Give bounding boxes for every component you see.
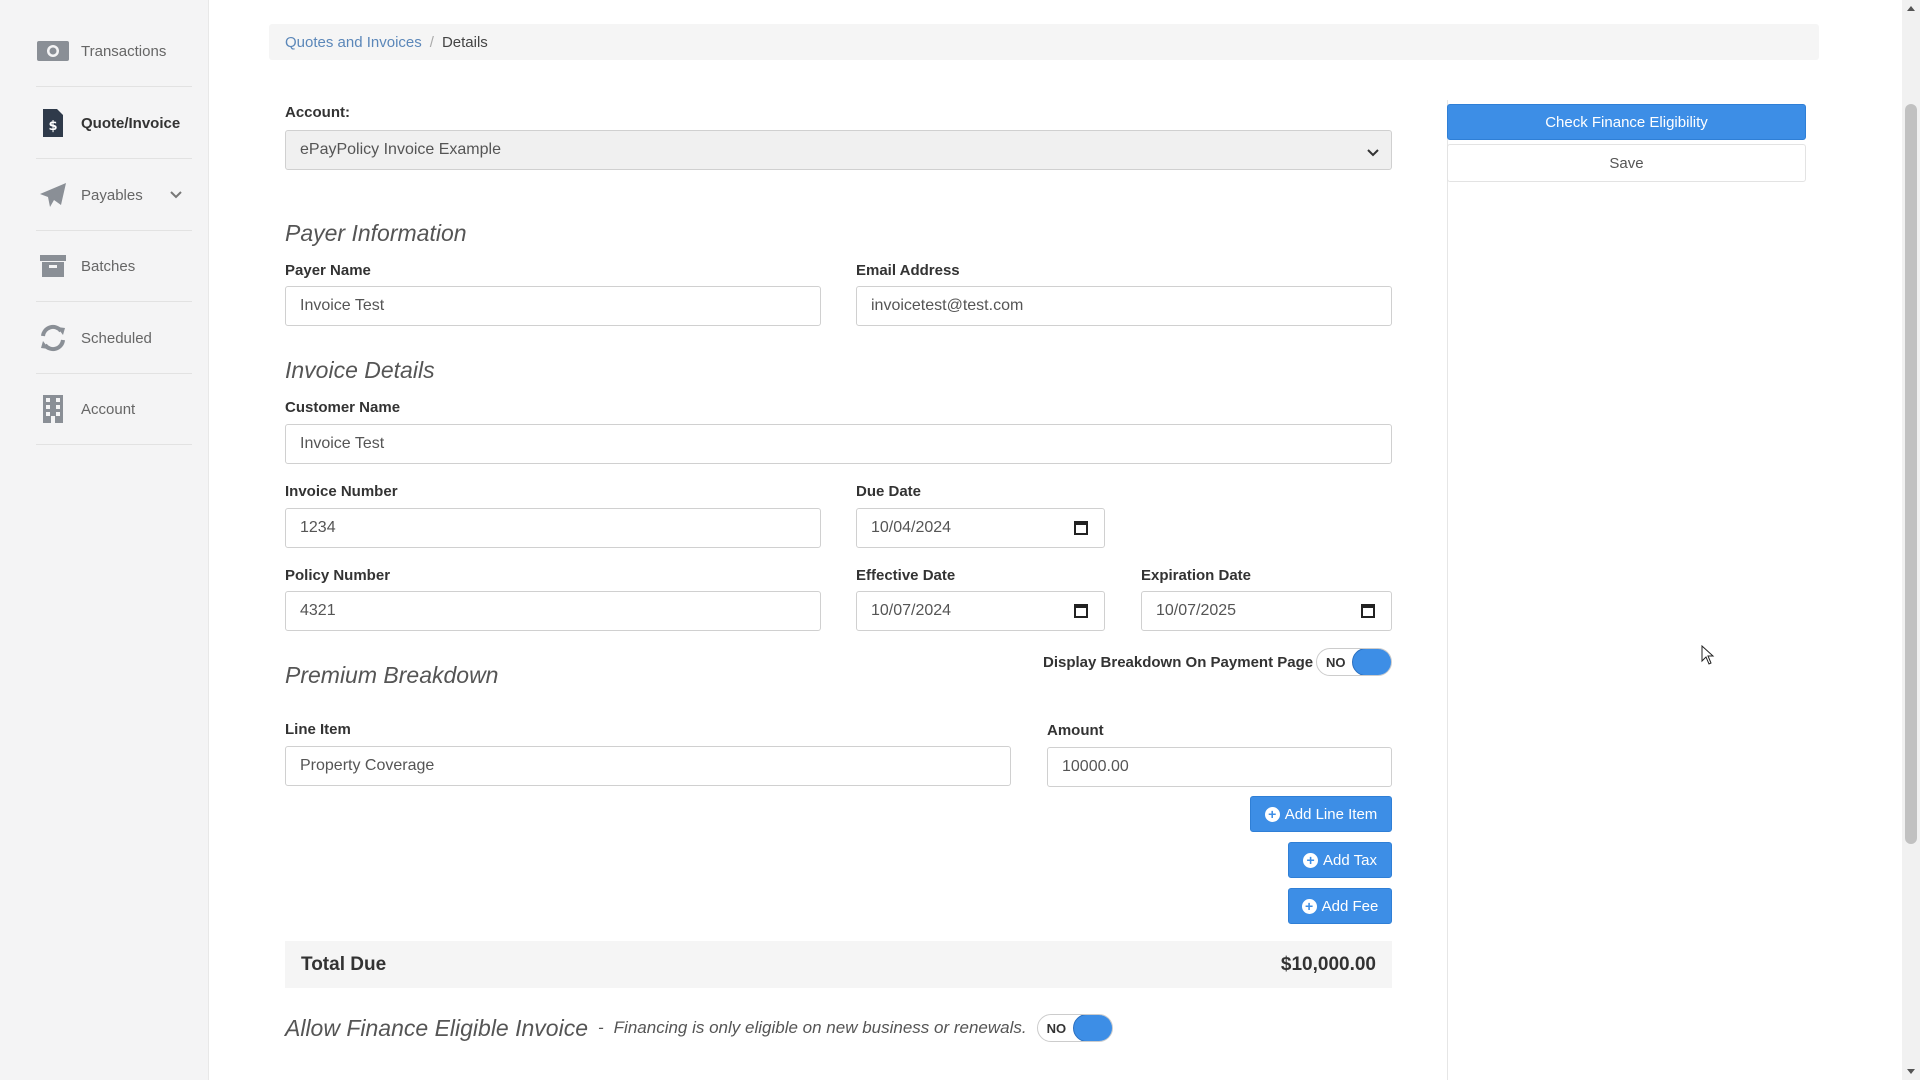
- effective-date-label: Effective Date: [856, 567, 956, 584]
- add-line-item-button[interactable]: + Add Line Item: [1250, 796, 1392, 832]
- mouse-cursor-icon: [1701, 644, 1715, 670]
- svg-text:$: $: [48, 119, 57, 134]
- save-label: Save: [1609, 154, 1644, 172]
- invoice-number-input[interactable]: 1234: [285, 508, 821, 548]
- customer-name-value: Invoice Test: [300, 435, 385, 452]
- line-item-label: Line Item: [285, 721, 351, 738]
- finance-eligible-title: Allow Finance Eligible Invoice: [285, 1014, 588, 1041]
- account-label: Account:: [285, 104, 350, 121]
- account-select[interactable]: ePayPolicy Invoice Example: [285, 130, 1392, 170]
- effective-date-input[interactable]: 10/07/2024: [856, 591, 1105, 631]
- line-item-value: Property Coverage: [300, 757, 435, 774]
- due-date-value: 10/04/2024: [871, 519, 952, 536]
- chevron-down-icon[interactable]: [170, 186, 182, 204]
- due-date-input[interactable]: 10/04/2024: [856, 508, 1105, 548]
- display-breakdown-label: Display Breakdown On Payment Page: [1043, 654, 1314, 671]
- customer-name-input[interactable]: Invoice Test: [285, 424, 1392, 464]
- sidebar-item-transactions[interactable]: Transactions: [36, 16, 192, 87]
- refresh-icon: [36, 323, 70, 353]
- breadcrumb-separator: /: [429, 33, 434, 51]
- invoice-number-value: 1234: [300, 519, 336, 536]
- line-item-input[interactable]: Property Coverage: [285, 746, 1011, 786]
- sidebar-item-payables[interactable]: Payables: [36, 160, 192, 231]
- chevron-down-icon: [1367, 145, 1379, 163]
- breadcrumb-current: Details: [441, 33, 488, 51]
- invoice-number-label: Invoice Number: [285, 483, 398, 500]
- display-breakdown-toggle[interactable]: NO: [1316, 648, 1392, 676]
- breadcrumb: Quotes and Invoices / Details: [269, 24, 1819, 60]
- save-button[interactable]: Save: [1447, 144, 1806, 182]
- due-date-label: Due Date: [856, 483, 922, 500]
- finance-description: Financing is only eligible on new busine…: [613, 1018, 1027, 1037]
- total-due-bar: Total Due $10,000.00: [285, 941, 1392, 988]
- email-address-input[interactable]: invoicetest@test.com: [856, 286, 1392, 326]
- sidebar-item-label: Batches: [81, 257, 136, 275]
- finance-separator: -: [598, 1018, 604, 1037]
- sidebar-item-quote-invoice[interactable]: $ Quote/Invoice: [36, 88, 192, 159]
- email-address-value: invoicetest@test.com: [871, 297, 1024, 314]
- policy-number-value: 4321: [300, 602, 336, 619]
- plus-circle-icon: +: [1301, 898, 1317, 914]
- sidebar-item-label: Scheduled: [81, 329, 152, 347]
- main-content: Quotes and Invoices / Details Account: e…: [209, 0, 1902, 1080]
- calendar-icon[interactable]: [1074, 520, 1088, 540]
- check-finance-eligibility-label: Check Finance Eligibility: [1545, 113, 1708, 131]
- toggle-knob: [1072, 1015, 1112, 1041]
- customer-name-label: Customer Name: [285, 399, 401, 416]
- expiration-date-label: Expiration Date: [1141, 567, 1252, 584]
- archive-icon: [36, 251, 70, 281]
- sidebar-item-label: Transactions: [81, 42, 167, 60]
- check-finance-eligibility-button[interactable]: Check Finance Eligibility: [1447, 104, 1806, 140]
- payer-information-title: Payer Information: [285, 220, 467, 246]
- scrollbar-thumb[interactable]: [1905, 104, 1917, 844]
- sidebar-item-batches[interactable]: Batches: [36, 231, 192, 302]
- add-fee-label: Add Fee: [1321, 897, 1379, 915]
- breadcrumb-link-quotes[interactable]: Quotes and Invoices: [285, 34, 422, 51]
- invoice-details-title: Invoice Details: [285, 357, 435, 383]
- finance-eligible-toggle[interactable]: NO: [1036, 1014, 1113, 1042]
- calendar-icon[interactable]: [1361, 603, 1375, 623]
- premium-breakdown-title: Premium Breakdown: [285, 662, 499, 688]
- add-tax-button[interactable]: + Add Tax: [1288, 842, 1392, 878]
- toggle-state-label: NO: [1046, 1021, 1067, 1036]
- amount-label: Amount: [1047, 722, 1104, 739]
- sidebar-item-scheduled[interactable]: Scheduled: [36, 303, 192, 374]
- amount-input[interactable]: 10000.00: [1047, 747, 1392, 787]
- add-fee-button[interactable]: + Add Fee: [1288, 888, 1392, 924]
- sidebar-item-label: Payables: [81, 186, 143, 204]
- effective-date-value: 10/07/2024: [871, 602, 952, 619]
- total-due-value: $10,000.00: [1280, 953, 1376, 975]
- add-tax-label: Add Tax: [1323, 851, 1377, 869]
- sidebar-item-label: Quote/Invoice: [81, 114, 181, 132]
- email-address-label: Email Address: [856, 262, 960, 279]
- invoice-icon: $: [36, 108, 70, 138]
- finance-eligible-row: Allow Finance Eligible Invoice - Financi…: [285, 1014, 1113, 1042]
- toggle-state-label: NO: [1326, 655, 1346, 670]
- add-line-item-label: Add Line Item: [1284, 805, 1378, 823]
- sidebar-item-account[interactable]: Account: [36, 374, 192, 445]
- sidebar-item-label: Account: [81, 400, 136, 418]
- building-icon: [36, 394, 70, 424]
- payer-name-value: Invoice Test: [300, 297, 385, 314]
- vertical-scrollbar[interactable]: [1902, 0, 1920, 1080]
- policy-number-input[interactable]: 4321: [285, 591, 821, 631]
- account-selected-value: ePayPolicy Invoice Example: [300, 141, 501, 158]
- sidebar: Transactions $ Quote/Invoice Payables Ba…: [0, 0, 209, 1080]
- plus-circle-icon: +: [1303, 852, 1319, 868]
- toggle-knob: [1352, 649, 1391, 675]
- right-panel-divider: [1447, 100, 1448, 1080]
- expiration-date-value: 10/07/2025: [1156, 602, 1237, 619]
- scroll-up-arrow-icon[interactable]: [1907, 6, 1915, 11]
- payer-name-label: Payer Name: [285, 262, 371, 279]
- policy-number-label: Policy Number: [285, 567, 391, 584]
- paper-plane-icon: [36, 180, 70, 210]
- expiration-date-input[interactable]: 10/07/2025: [1141, 591, 1392, 631]
- total-due-label: Total Due: [301, 953, 387, 975]
- money-icon: [36, 36, 70, 66]
- plus-circle-icon: +: [1264, 806, 1280, 822]
- scroll-down-arrow-icon[interactable]: [1907, 1069, 1915, 1074]
- calendar-icon[interactable]: [1074, 603, 1088, 623]
- amount-value: 10000.00: [1062, 758, 1129, 775]
- payer-name-input[interactable]: Invoice Test: [285, 286, 821, 326]
